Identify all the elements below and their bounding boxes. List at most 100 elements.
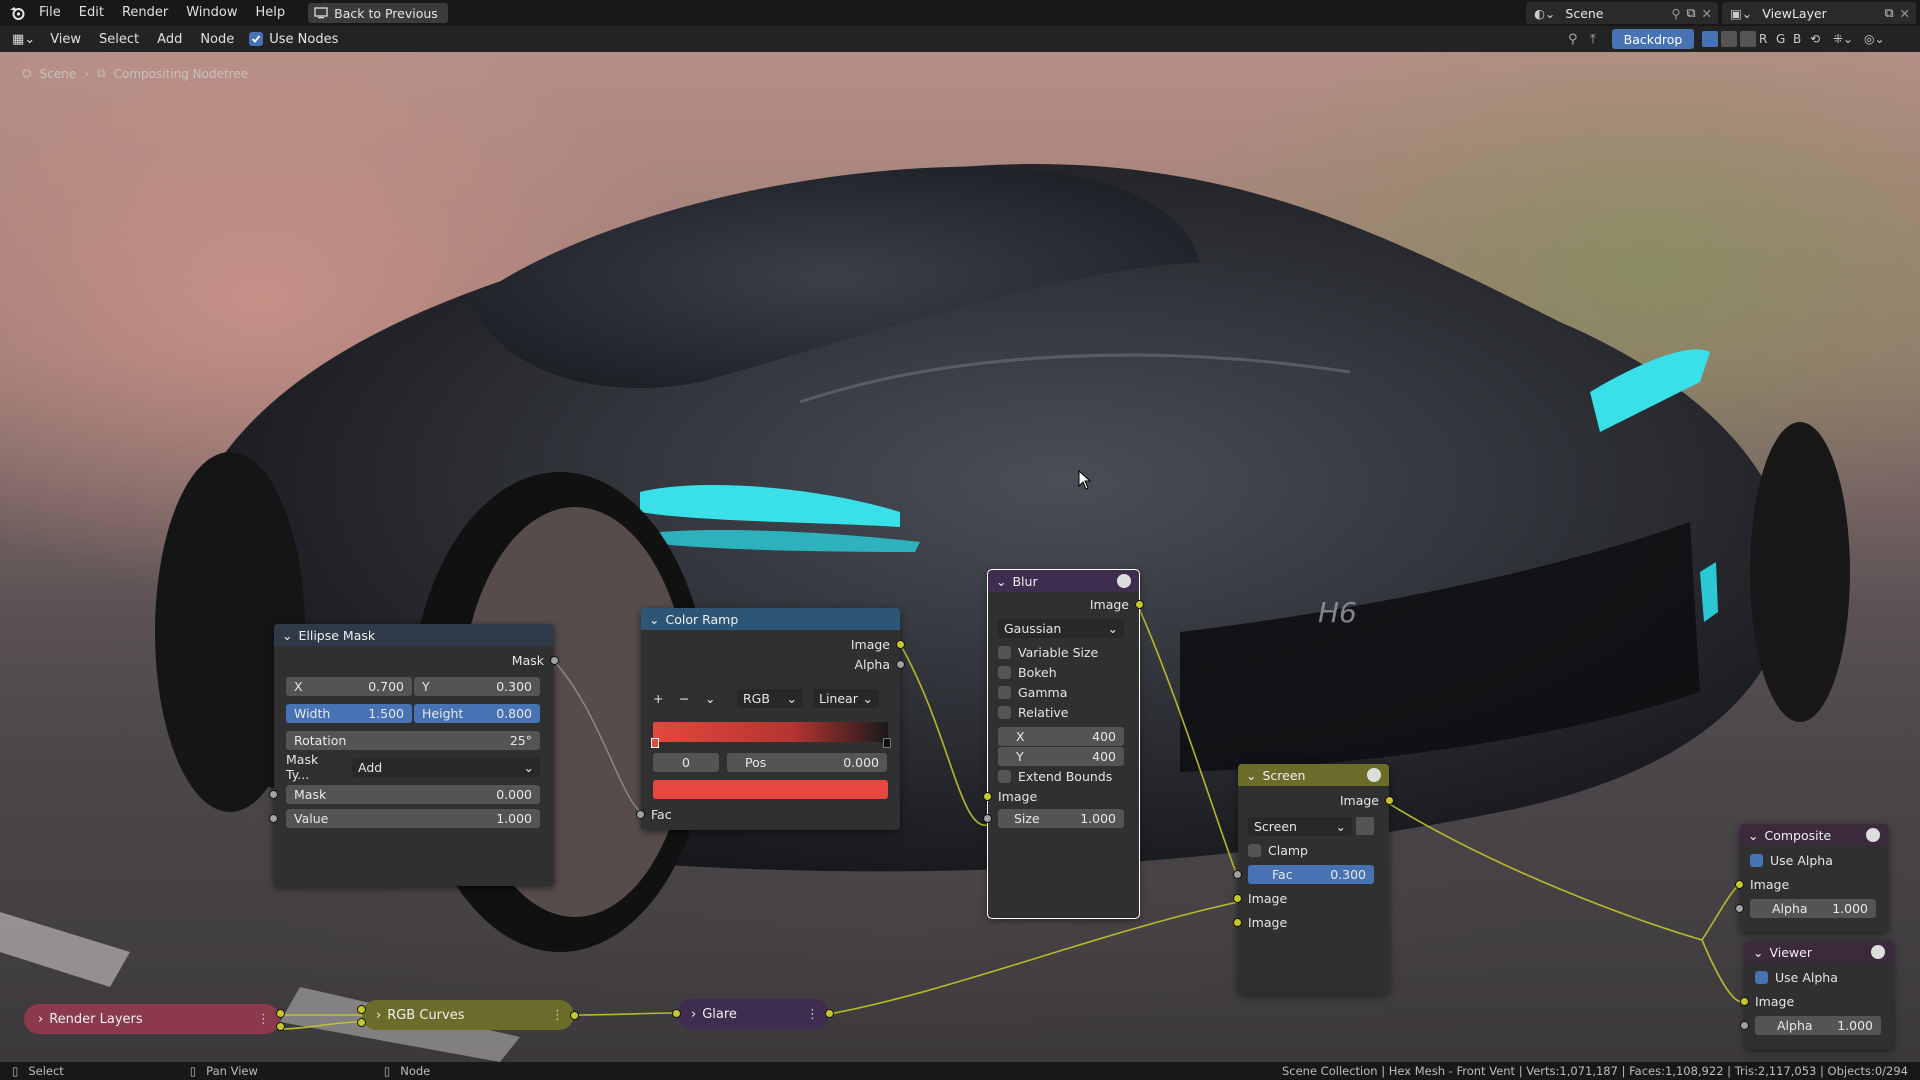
drag-handle-icon[interactable]: ⋮	[257, 1012, 270, 1027]
pin-icon[interactable]: ⚲	[1671, 6, 1680, 21]
channel-g-icon[interactable]: G	[1776, 32, 1790, 46]
use-nodes-checkbox[interactable]	[249, 32, 264, 46]
new-scene-icon[interactable]: ⧉	[1687, 5, 1696, 21]
render-output-socket[interactable]	[276, 1009, 285, 1018]
viewer-header[interactable]: ⌄ Viewer	[1745, 941, 1893, 963]
scene-selector[interactable]: ◐⌄ Scene ⚲ ⧉ ✕	[1526, 2, 1718, 24]
chevron-down-icon[interactable]: ⌄	[996, 574, 1006, 589]
alpha-field[interactable]: Alpha 1.000	[1750, 898, 1876, 918]
blur-x-field[interactable]: X 400	[998, 726, 1124, 746]
header-add[interactable]: Add	[148, 32, 191, 47]
add-stop-button[interactable]: +	[653, 691, 669, 706]
filter-type-dropdown[interactable]: Gaussian ⌄	[998, 618, 1124, 638]
image-input-socket[interactable]	[983, 791, 992, 801]
channel-rgba-icon[interactable]	[1702, 31, 1718, 47]
fac-field[interactable]: Fac 0.300	[1248, 864, 1374, 884]
new-layer-icon[interactable]: ⧉	[1885, 5, 1894, 21]
image-input-socket-2[interactable]	[1233, 917, 1242, 927]
chevron-down-icon[interactable]: ⌄	[282, 628, 292, 643]
remove-stop-button[interactable]: −	[679, 691, 695, 706]
mask-input-field[interactable]: Mask 0.000	[286, 784, 540, 804]
screen-mix-node[interactable]: ⌄ Screen Image Screen ⌄ Clamp Fac 0.300 Im…	[1233, 764, 1394, 994]
height-field[interactable]: Height 0.800	[414, 703, 540, 723]
image-output-socket[interactable]	[1135, 599, 1144, 609]
header-view[interactable]: View	[41, 32, 90, 47]
color-ramp-node[interactable]: ⌄ Color Ramp Image Alpha + − ⌄ RGB ⌄ Line…	[636, 608, 905, 830]
editor-type-icon[interactable]: ▦⌄	[12, 32, 35, 47]
backdrop-reset-icon[interactable]: ⟲	[1810, 32, 1830, 46]
overlay-icon[interactable]: ◎⌄	[1864, 32, 1892, 46]
backdrop-toggle-button[interactable]: Backdrop	[1612, 29, 1694, 49]
ramp-stop-handle-left[interactable]	[651, 738, 659, 748]
rgb-curves-node[interactable]: › RGB Curves ⋮	[357, 1000, 579, 1030]
blur-header[interactable]: ⌄ Blur	[988, 570, 1139, 592]
clamp-checkbox[interactable]: Clamp	[1238, 840, 1389, 860]
stop-color-swatch[interactable]	[653, 780, 888, 799]
menu-file[interactable]: File	[30, 0, 70, 26]
fac-input-socket[interactable]	[1233, 869, 1242, 879]
image-input-socket[interactable]	[1735, 879, 1744, 889]
parent-tree-icon[interactable]: ⤒	[1590, 32, 1596, 47]
alpha-input-socket[interactable]	[1735, 903, 1744, 913]
extend-bounds-checkbox[interactable]: Extend Bounds	[988, 766, 1139, 786]
variable-size-checkbox[interactable]: Variable Size	[988, 642, 1139, 662]
chevron-right-icon[interactable]: ›	[691, 1007, 696, 1022]
composite-header[interactable]: ⌄ Composite	[1740, 824, 1888, 846]
view-layer-selector[interactable]: ▣⌄ ViewLayer ⧉ ✕	[1722, 2, 1916, 24]
y-field[interactable]: Y 0.300	[414, 676, 540, 696]
ellipse-mask-header[interactable]: ⌄ Ellipse Mask	[274, 624, 554, 646]
chevron-down-icon[interactable]: ⌄	[649, 612, 659, 627]
node-canvas[interactable]: H6 ⛭ Scene › ⧉ Compositing Nodetree ⌄ El…	[0, 52, 1920, 1062]
curves-input-socket[interactable]	[357, 1005, 366, 1014]
size-input-socket[interactable]	[983, 813, 992, 823]
width-field[interactable]: Width 1.500	[286, 703, 412, 723]
close-icon[interactable]: ✕	[1702, 6, 1712, 21]
preview-sphere-icon[interactable]	[1117, 574, 1131, 588]
preview-sphere-icon[interactable]	[1866, 828, 1880, 842]
glare-input-socket[interactable]	[672, 1009, 681, 1018]
image-output-socket[interactable]	[1385, 795, 1394, 805]
alpha-field[interactable]: Alpha 1.000	[1755, 1015, 1881, 1035]
render-alpha-socket[interactable]	[276, 1022, 285, 1031]
fac-input-socket[interactable]	[636, 809, 645, 819]
drag-handle-icon[interactable]: ⋮	[551, 1008, 564, 1023]
mask-output-socket[interactable]	[550, 655, 559, 665]
composite-use-alpha-checkbox[interactable]: Use Alpha	[1740, 850, 1888, 870]
image-input-socket[interactable]	[1740, 996, 1749, 1006]
channel-alpha-icon[interactable]	[1740, 31, 1756, 47]
alpha-input-socket[interactable]	[1740, 1020, 1749, 1030]
interpolation-dropdown[interactable]: Linear ⌄	[813, 688, 879, 708]
chevron-down-icon[interactable]: ⌄	[1753, 945, 1763, 960]
blur-node[interactable]: ⌄ Blur Image Gaussian ⌄ Variable Size Bok…	[983, 569, 1144, 919]
render-layers-node[interactable]: › Render Layers ⋮	[24, 1004, 285, 1034]
size-field[interactable]: Size 1.000	[998, 808, 1124, 828]
mask-input-socket[interactable]	[269, 789, 278, 799]
curves-input-socket-2[interactable]	[357, 1018, 366, 1027]
blender-logo-icon[interactable]	[4, 0, 30, 26]
snap-icon[interactable]: ⁜⌄	[1833, 32, 1861, 46]
relative-checkbox[interactable]: Relative	[988, 702, 1139, 722]
menu-help[interactable]: Help	[247, 0, 295, 26]
color-mode-dropdown[interactable]: RGB ⌄	[737, 688, 803, 708]
image-input-socket-1[interactable]	[1233, 893, 1242, 903]
x-field[interactable]: X 0.700	[286, 676, 412, 696]
chevron-right-icon[interactable]: ›	[376, 1008, 381, 1023]
glare-output-socket[interactable]	[825, 1009, 834, 1018]
ramp-stop-handle-right[interactable]	[883, 738, 891, 748]
value-input-socket[interactable]	[269, 813, 278, 823]
color-ramp-header[interactable]: ⌄ Color Ramp	[641, 608, 900, 630]
ellipse-mask-node[interactable]: ⌄ Ellipse Mask Mask X 0.700 Y 0.300 Width 1…	[269, 624, 559, 886]
gamma-checkbox[interactable]: Gamma	[988, 682, 1139, 702]
pin-icon[interactable]: ⚲	[1568, 32, 1578, 47]
back-to-previous-button[interactable]: Back to Previous	[308, 3, 448, 23]
active-stop-index-field[interactable]: 0	[653, 752, 719, 772]
drag-handle-icon[interactable]: ⋮	[806, 1007, 819, 1022]
composite-node[interactable]: ⌄ Composite Use Alpha Image Alpha 1.000	[1735, 824, 1888, 932]
menu-window[interactable]: Window	[177, 0, 246, 26]
viewer-node[interactable]: ⌄ Viewer Use Alpha Image Alpha 1.000	[1740, 941, 1893, 1049]
chevron-down-icon[interactable]: ⌄	[1246, 768, 1256, 783]
color-ramp-gradient[interactable]	[653, 722, 888, 742]
viewer-use-alpha-checkbox[interactable]: Use Alpha	[1745, 967, 1893, 987]
close-icon[interactable]: ✕	[1900, 6, 1910, 21]
image-output-socket[interactable]	[896, 639, 905, 649]
